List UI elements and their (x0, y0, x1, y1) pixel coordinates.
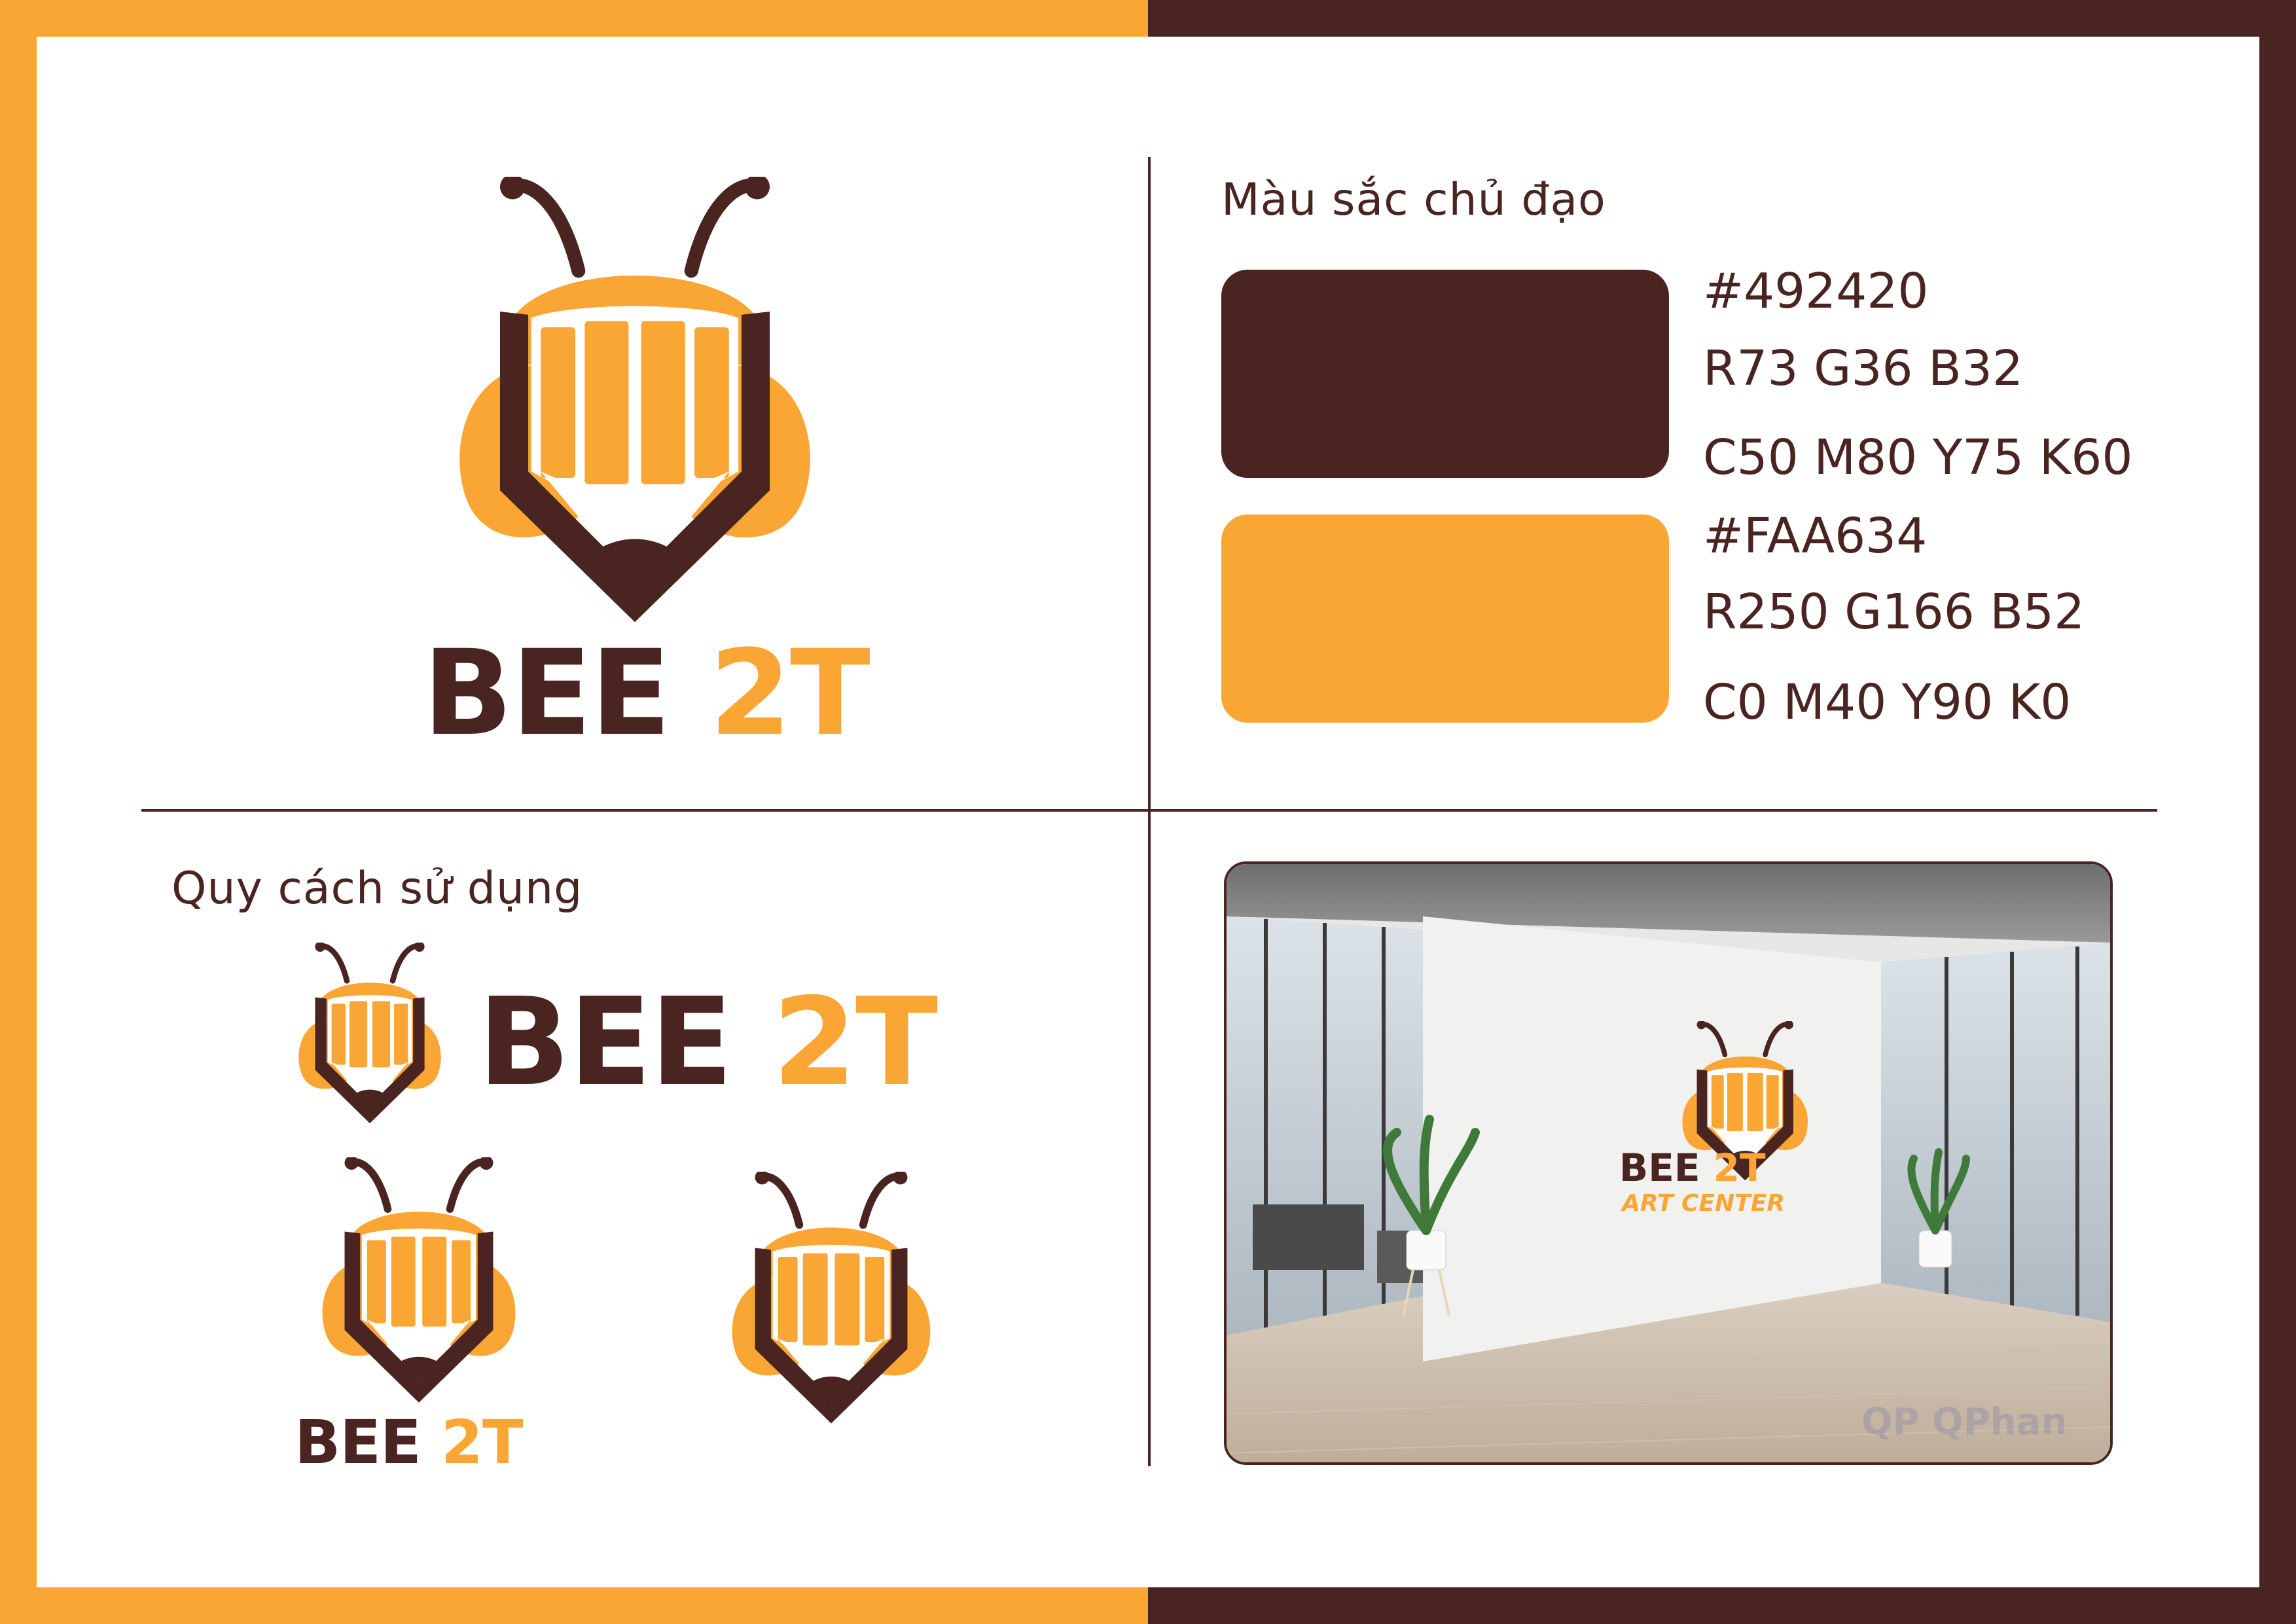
bee-pencil-icon (288, 943, 452, 1126)
office-mockup-photo: BEE 2T ART CENTER QP QPhan (1224, 861, 2113, 1465)
main-logo-wordmark: BEE 2T (423, 635, 870, 753)
wordmark-bee: BEE (423, 625, 671, 762)
swatch-orange-rgb: R250 G166 B52 (1703, 584, 2085, 640)
bee-pencil-icon (713, 1172, 949, 1427)
swatch-orange-hex: #FAA634 (1703, 508, 1928, 564)
watermark: QP QPhan (1861, 1401, 2067, 1443)
wordmark-2t: 2T (772, 971, 938, 1113)
swatch-brown-hex: #492420 (1703, 263, 1929, 319)
swatch-brown-rgb: R73 G36 B32 (1703, 340, 2024, 397)
horizontal-logo: BEE 2T (288, 943, 995, 1126)
swatch-orange-cmyk: C0 M40 Y90 K0 (1703, 674, 2072, 731)
mockup-tagline: ART CENTER (1622, 1190, 1785, 1217)
usage-title: Quy cách sử dụng (171, 863, 583, 914)
mockup-wordmark-2t: 2T (1713, 1146, 1766, 1190)
stacked-logo: BEE 2T (288, 1157, 563, 1473)
palette-title: Màu sắc chủ đạo (1221, 174, 1606, 226)
swatch-orange (1221, 514, 1669, 723)
stacked-logo-wordmark: BEE 2T (295, 1413, 524, 1473)
bee-pencil-icon (295, 1157, 543, 1406)
icon-only-logo (713, 1172, 949, 1427)
wordmark-bee: BEE (295, 1407, 422, 1477)
mockup-wordmark-bee: BEE (1619, 1146, 1700, 1190)
horizontal-divider (141, 809, 2157, 812)
main-logo: BEE 2T (419, 177, 870, 766)
watermark-text: QPhan (1932, 1401, 2068, 1443)
wordmark-2t: 2T (440, 1407, 524, 1477)
horizontal-logo-wordmark: BEE 2T (478, 982, 938, 1103)
wordmark-bee: BEE (478, 971, 733, 1113)
vertical-divider (1148, 157, 1151, 1466)
bee-pencil-icon (425, 177, 844, 628)
swatch-brown-cmyk: C50 M80 Y75 K60 (1703, 429, 2133, 486)
watermark-mark: QP (1861, 1401, 1920, 1443)
wordmark-2t: 2T (709, 625, 870, 762)
mockup-wordmark: BEE 2T (1619, 1149, 1766, 1187)
swatch-brown (1221, 270, 1669, 478)
